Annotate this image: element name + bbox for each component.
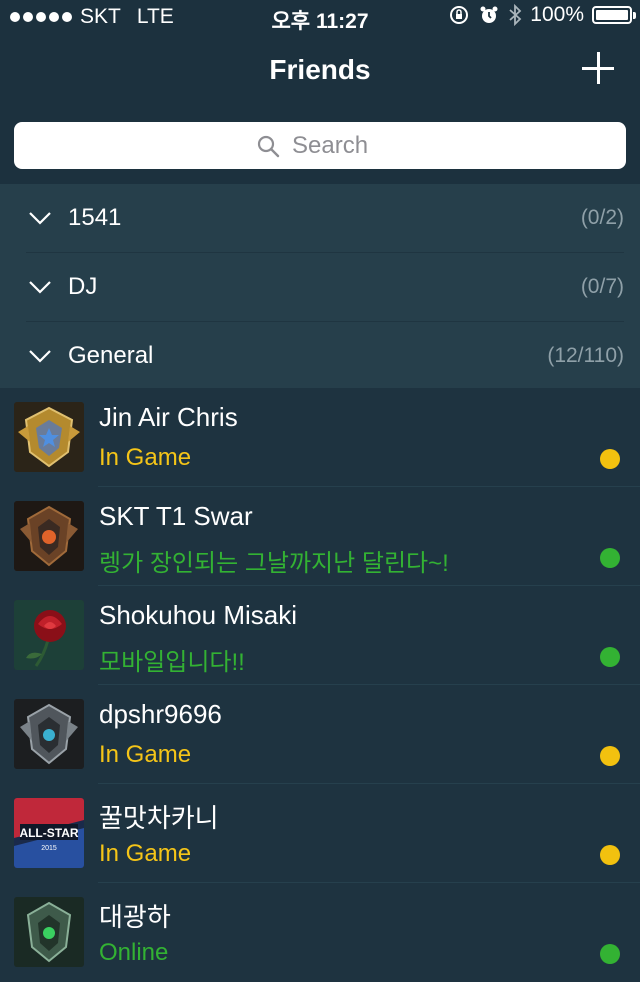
svg-text:ALL-STAR: ALL-STAR	[19, 826, 78, 840]
friend-name: SKT T1 Swar	[99, 501, 253, 531]
friend-status: In Game	[99, 444, 192, 471]
search-bar	[0, 110, 640, 184]
search-field[interactable]	[14, 122, 626, 169]
avatar-all-star-2015-icon: ALL-STAR 2015	[14, 798, 84, 868]
alarm-icon	[480, 6, 498, 23]
group-name: General	[68, 342, 154, 369]
friend-row[interactable]: dpshr9696 In Game	[0, 685, 640, 784]
group-row-dj[interactable]: DJ (0/7)	[26, 253, 624, 322]
friend-list: Jin Air Chris In Game SKT T1 Swar 렝가 장인되…	[0, 388, 640, 967]
friend-status: 렝가 장인되는 그날까지난 달린다~!	[99, 550, 449, 577]
chevron-down-icon	[29, 212, 51, 225]
status-bar: SKT LTE 오후 11:27 100%	[0, 0, 640, 34]
battery-percent: 100%	[530, 3, 584, 26]
group-count: (0/7)	[580, 275, 624, 298]
group-count: (0/2)	[580, 206, 624, 229]
friend-status: In Game	[99, 741, 192, 768]
friend-row[interactable]: Jin Air Chris In Game	[0, 388, 640, 487]
friend-name: Jin Air Chris	[99, 402, 238, 432]
presence-dot-icon	[600, 845, 620, 865]
friend-row[interactable]: 대광하 Online	[0, 883, 640, 982]
battery-icon	[592, 6, 636, 24]
chevron-down-icon	[29, 350, 51, 363]
group-count: (12/110)	[547, 344, 624, 367]
friend-row[interactable]: SKT T1 Swar 렝가 장인되는 그날까지난 달린다~!	[0, 487, 640, 586]
bluetooth-icon	[509, 3, 522, 27]
group-name: 1541	[68, 204, 122, 231]
page-title: Friends	[269, 54, 371, 85]
search-icon	[257, 135, 280, 157]
avatar-silver-crest-icon	[14, 699, 84, 769]
nav-bar: Friends	[0, 34, 640, 110]
search-input[interactable]	[290, 130, 384, 161]
svg-text:2015: 2015	[41, 845, 57, 852]
presence-dot-icon	[600, 647, 620, 667]
group-row-1541[interactable]: 1541 (0/2)	[26, 184, 624, 253]
friend-name: Shokuhou Misaki	[99, 600, 297, 630]
group-name: DJ	[68, 273, 98, 300]
chevron-down-icon	[29, 281, 51, 294]
presence-dot-icon	[600, 449, 620, 469]
presence-dot-icon	[600, 548, 620, 568]
avatar-red-rose-icon	[14, 600, 84, 670]
group-row-general[interactable]: General (12/110)	[26, 322, 624, 390]
friend-name: 꿀맛차카니	[99, 803, 219, 833]
presence-dot-icon	[600, 746, 620, 766]
add-friend-button[interactable]	[582, 52, 614, 84]
avatar-gold-crest-icon	[14, 402, 84, 472]
friend-status: In Game	[99, 840, 192, 867]
avatar-bronze-crest-icon	[14, 501, 84, 571]
friend-groups: 1541 (0/2) DJ (0/7) General (12/110)	[0, 184, 640, 388]
avatar-green-crest-icon	[14, 897, 84, 967]
friend-row[interactable]: ALL-STAR 2015 꿀맛차카니 In Game	[0, 784, 640, 883]
friend-row[interactable]: Shokuhou Misaki 모바일입니다!!	[0, 586, 640, 685]
orientation-lock-icon	[450, 6, 469, 24]
friend-name: 대광하	[99, 902, 171, 932]
friend-status: Online	[99, 939, 169, 966]
status-indicators: 100%	[448, 3, 636, 27]
presence-dot-icon	[600, 944, 620, 964]
friend-status: 모바일입니다!!	[99, 649, 245, 676]
friend-name: dpshr9696	[99, 699, 222, 729]
